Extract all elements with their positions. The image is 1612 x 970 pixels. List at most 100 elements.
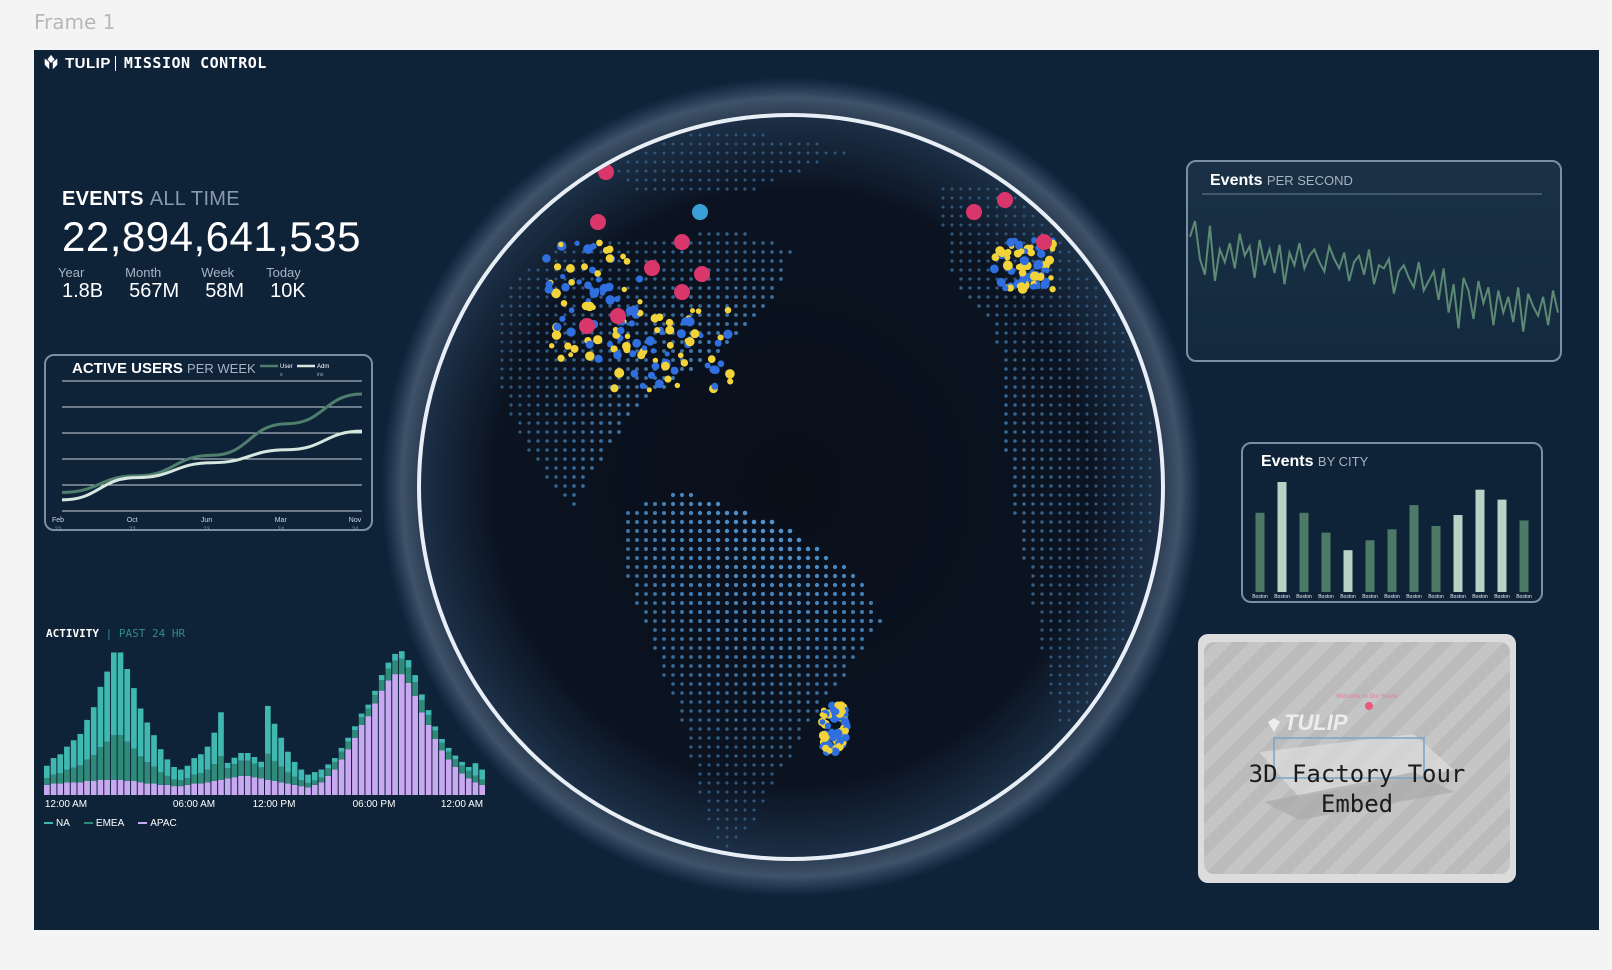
land-dot [986, 295, 990, 299]
land-dot [1022, 502, 1026, 506]
active-users-panel[interactable]: ACTIVE USERS PER WEEK User s Adm ins Feb… [44, 354, 373, 533]
land-dot [1130, 430, 1134, 434]
land-dot [1094, 547, 1098, 551]
land-dot [950, 241, 954, 245]
activity-dot [1017, 282, 1026, 291]
land-dot [1139, 448, 1143, 452]
land-dot [707, 151, 711, 155]
land-dot [725, 655, 729, 659]
land-dot [778, 528, 784, 534]
land-dot [689, 250, 693, 254]
land-dot [1022, 520, 1026, 524]
land-dot [1022, 304, 1026, 308]
land-dot [806, 718, 810, 722]
land-dot [761, 718, 765, 722]
land-dot [716, 835, 720, 839]
land-dot [1022, 295, 1026, 299]
land-dot [787, 546, 793, 552]
land-dot [581, 475, 585, 479]
land-dot [1013, 484, 1017, 488]
land-dot [779, 691, 783, 695]
events-per-second-panel[interactable]: Events PER SECOND [1186, 160, 1562, 362]
land-dot [1112, 466, 1116, 470]
land-dot [1013, 367, 1017, 371]
land-dot [1022, 475, 1026, 479]
land-dot [1058, 430, 1062, 434]
land-dot [742, 609, 748, 615]
factory-tour-embed[interactable]: Welcome to Our Space TULIP 3D Factory To… [1198, 634, 1516, 883]
land-dot [824, 664, 828, 668]
land-dot [608, 331, 612, 335]
land-dot [770, 691, 774, 695]
land-dot [850, 573, 856, 579]
land-dot [536, 421, 540, 425]
land-dot [671, 151, 675, 155]
land-dot [769, 582, 775, 588]
land-dot [707, 232, 711, 236]
land-dot [1085, 700, 1089, 704]
land-dot [842, 151, 846, 155]
land-dot [977, 304, 981, 308]
land-dot [751, 573, 757, 579]
land-dot [770, 637, 774, 641]
land-dot [1085, 520, 1089, 524]
land-dot [1148, 448, 1152, 452]
land-dot [779, 646, 783, 650]
land-dot [1067, 682, 1071, 686]
land-dot [725, 286, 729, 290]
land-dot [590, 367, 594, 371]
land-dot [1049, 637, 1053, 641]
land-dot [1085, 295, 1089, 299]
land-dot [563, 430, 567, 434]
land-dot [671, 358, 675, 362]
land-dot [806, 709, 810, 713]
activity-dot [594, 354, 603, 363]
land-dot [707, 754, 711, 758]
land-dot [1004, 295, 1008, 299]
land-dot [653, 304, 657, 308]
land-dot [1031, 385, 1035, 389]
land-dot [563, 394, 567, 398]
land-dot [1067, 250, 1071, 254]
land-dot [1013, 295, 1017, 299]
land-dot [1040, 583, 1044, 587]
land-dot [1049, 304, 1053, 308]
land-dot [698, 682, 702, 686]
bar-apac [144, 783, 151, 795]
land-dot [707, 349, 711, 353]
land-dot [527, 286, 531, 290]
bar-na [64, 746, 70, 770]
land-dot [671, 277, 675, 281]
bar-emea [452, 759, 459, 767]
bar-apac [352, 737, 358, 795]
land-dot [742, 573, 748, 579]
land-dot [734, 259, 738, 263]
land-dot [1058, 250, 1062, 254]
land-dot [1031, 475, 1035, 479]
legend-label-admins: Adm [317, 364, 329, 370]
land-dot [734, 133, 738, 137]
embed-label-line2: Embed [1320, 790, 1394, 818]
land-dot [742, 528, 748, 534]
land-dot [545, 322, 549, 326]
land-dot [1085, 277, 1089, 281]
land-dot [716, 331, 720, 335]
land-dot [716, 151, 720, 155]
land-dot [572, 259, 576, 263]
land-dot [563, 250, 567, 254]
land-dot [1040, 520, 1044, 524]
events-by-city-panel[interactable]: Events BY CITY Boston Boston Boston Boston B… [1241, 442, 1543, 603]
land-dot [707, 763, 711, 767]
land-dot [518, 286, 522, 290]
land-dot [770, 664, 774, 668]
land-dot [995, 187, 999, 191]
land-dot [1139, 565, 1143, 569]
land-dot [1040, 304, 1044, 308]
land-dot [707, 313, 711, 317]
land-dot [671, 178, 675, 182]
land-dot [563, 403, 567, 407]
land-dot [796, 573, 802, 579]
embed-viewport[interactable]: Welcome to Our Space TULIP 3D Factory To… [1204, 642, 1510, 874]
land-dot [1121, 610, 1125, 614]
land-dot [1121, 349, 1125, 353]
